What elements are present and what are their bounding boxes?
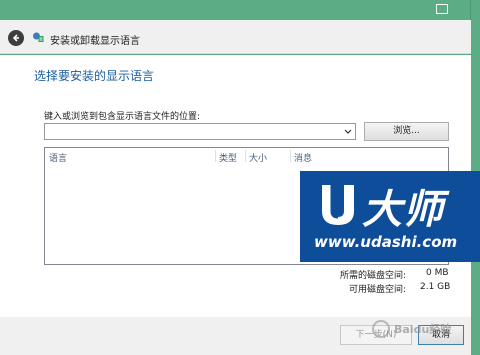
column-header-type[interactable]: 类型 <box>219 151 237 164</box>
window-title: 安装或卸载显示语言 <box>50 36 140 47</box>
table-header: 语言 类型 大小 消息 <box>45 148 448 164</box>
logo-text: 大师 <box>362 187 444 233</box>
column-header-size[interactable]: 大小 <box>249 151 267 164</box>
logo-url: www.udashi.com <box>314 233 458 251</box>
chevron-down-icon[interactable] <box>343 127 353 136</box>
maximize-button[interactable] <box>436 4 448 14</box>
column-header-message[interactable]: 消息 <box>294 151 312 164</box>
available-space-value: 2.1 GB <box>420 282 451 292</box>
browse-button[interactable]: 浏览... <box>364 122 449 141</box>
column-header-language[interactable]: 语言 <box>49 151 67 164</box>
page-title: 选择要安装的显示语言 <box>34 69 155 83</box>
required-space-label: 所需的磁盘空间: <box>340 271 407 281</box>
required-space-value: 0 MB <box>426 268 449 278</box>
path-input[interactable] <box>45 124 335 139</box>
back-button[interactable] <box>8 30 24 46</box>
watermark-text: Baidu经验 <box>394 323 452 336</box>
path-label: 键入或浏览到包含显示语言文件的位置: <box>44 112 201 122</box>
column-divider <box>290 150 291 162</box>
header-bar: 安装或卸载显示语言 <box>0 20 471 54</box>
u-logo-icon <box>322 185 354 225</box>
column-divider <box>245 150 246 162</box>
title-bar <box>0 0 471 20</box>
back-arrow-icon <box>12 34 19 42</box>
language-app-icon <box>33 32 44 42</box>
column-divider <box>215 150 216 162</box>
path-combobox[interactable] <box>44 123 356 140</box>
udashi-logo-overlay: 大师 www.udashi.com <box>300 171 480 262</box>
available-space-label: 可用磁盘空间: <box>349 285 407 295</box>
watermark-paw-icon <box>372 320 390 338</box>
